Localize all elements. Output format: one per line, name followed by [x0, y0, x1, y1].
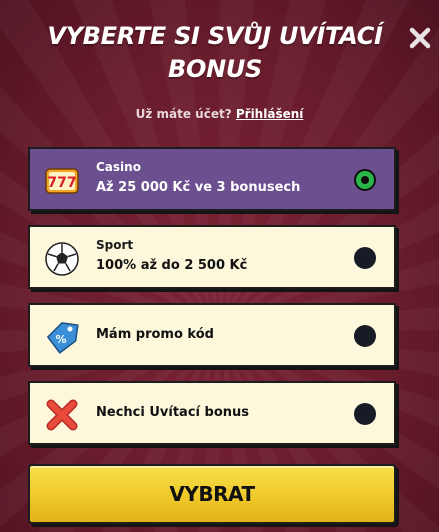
svg-text:%: %: [55, 333, 66, 346]
option-casino[interactable]: 777 Casino Až 25 000 Kč ve 3 bonusech: [28, 147, 396, 211]
login-link[interactable]: Přihlášení: [236, 107, 304, 121]
option-sport[interactable]: Sport 100% až do 2 500 Kč: [28, 225, 396, 289]
option-casino-detail: Až 25 000 Kč ve 3 bonusech: [96, 180, 301, 195]
option-promo-radio[interactable]: [354, 325, 376, 347]
option-no-bonus[interactable]: Nechci Uvítací bonus: [28, 381, 396, 445]
option-no-bonus-radio[interactable]: [354, 403, 376, 425]
option-promo[interactable]: % Mám promo kód: [28, 303, 396, 367]
option-sport-radio[interactable]: [354, 247, 376, 269]
option-no-bonus-label: Nechci Uvítací bonus: [96, 405, 249, 420]
close-icon[interactable]: [408, 26, 432, 50]
option-casino-radio[interactable]: [354, 169, 376, 191]
percent-tag-icon: %: [44, 319, 80, 355]
option-sport-detail: 100% až do 2 500 Kč: [96, 258, 248, 273]
option-sport-label: Sport: [96, 238, 134, 252]
dialog-title-line-1: VYBERTE SI SVŮJ UVÍTACÍ: [47, 22, 383, 50]
red-x-icon: [44, 397, 80, 433]
slot-777-icon: 777: [44, 163, 80, 199]
svg-text:777: 777: [47, 175, 76, 191]
option-casino-label: Casino: [96, 160, 141, 174]
dialog-title-line-2: BONUS: [167, 55, 263, 83]
login-prompt-text: Už máte účet?: [135, 107, 232, 121]
soccer-ball-icon: [44, 241, 80, 277]
dialog-title: VYBERTE SI SVŮJ UVÍTACÍ BONUS: [30, 20, 400, 86]
option-promo-label: Mám promo kód: [96, 327, 214, 342]
choose-button[interactable]: VYBRAT: [28, 464, 396, 524]
login-prompt: Už máte účet? Přihlášení: [0, 107, 439, 121]
